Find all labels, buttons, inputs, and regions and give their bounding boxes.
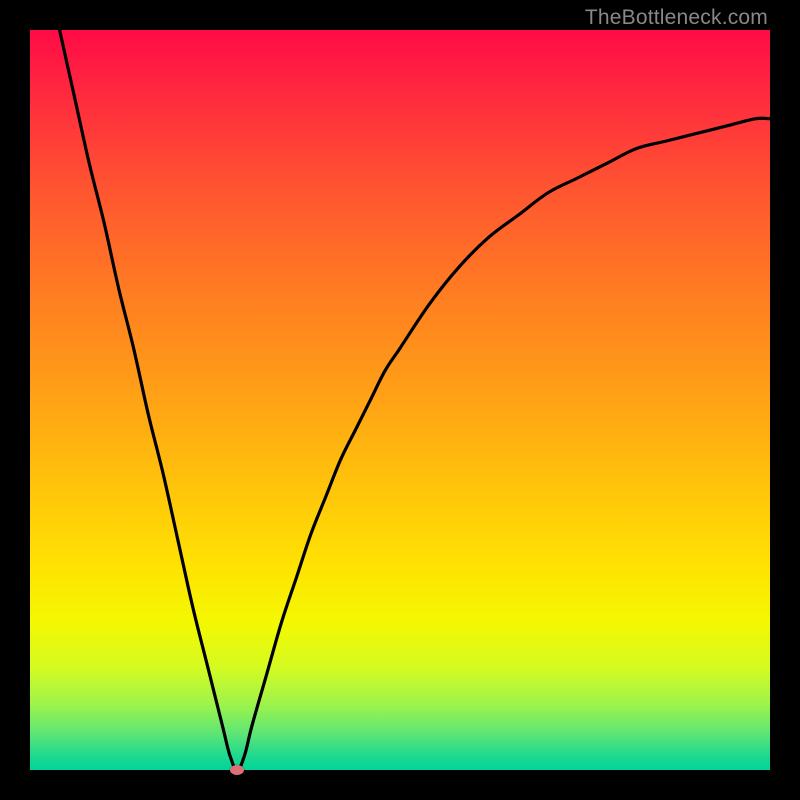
bottleneck-curve — [30, 30, 770, 770]
watermark-text: TheBottleneck.com — [585, 6, 768, 30]
chart-frame: TheBottleneck.com — [0, 0, 800, 800]
plot-area — [30, 30, 770, 770]
minimum-marker — [230, 765, 244, 775]
